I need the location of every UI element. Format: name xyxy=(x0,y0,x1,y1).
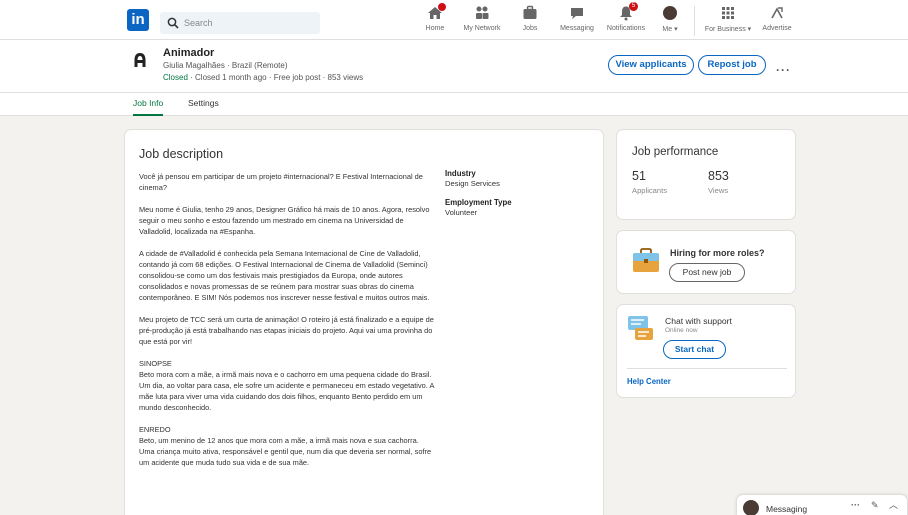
employment-type-label: Employment Type xyxy=(445,198,512,207)
job-description-title: Job description xyxy=(139,147,224,161)
job-meta: Industry Design Services Employment Type… xyxy=(445,169,595,227)
views-label: Views xyxy=(708,186,729,195)
more-options-button[interactable]: ··· xyxy=(776,63,791,77)
briefcase-illustration-icon xyxy=(633,248,659,272)
search-input[interactable] xyxy=(184,12,314,34)
view-applicants-button[interactable]: View applicants xyxy=(608,55,694,75)
repost-job-button[interactable]: Repost job xyxy=(698,55,766,75)
start-chat-button[interactable]: Start chat xyxy=(663,340,726,359)
messaging-more-button[interactable]: ··· xyxy=(851,500,860,510)
nav-messaging[interactable]: Messaging xyxy=(558,5,596,37)
description-paragraph: Meu projeto de TCC será um curta de anim… xyxy=(139,315,434,346)
nav-for-business[interactable]: For Business ▾ xyxy=(702,5,754,37)
views-count: 853 xyxy=(708,169,729,183)
messaging-avatar xyxy=(743,500,759,515)
briefcase-icon xyxy=(522,5,538,21)
job-description-body: Você já pensou em participar de um proje… xyxy=(139,171,435,479)
message-icon xyxy=(569,5,585,21)
support-card: Chat with support Online now Start chat … xyxy=(616,304,796,398)
tab-job-info[interactable]: Job Info xyxy=(133,98,164,116)
description-paragraph: Meu nome é Giulia, tenho 29 anos, Design… xyxy=(139,205,430,236)
job-status-closed: Closed xyxy=(163,73,188,82)
divider xyxy=(627,368,787,369)
job-header: Animador Giulia Magalhães · Brazil (Remo… xyxy=(0,40,908,93)
help-center-link[interactable]: Help Center xyxy=(627,377,671,386)
linkedin-logo[interactable]: in xyxy=(127,9,149,31)
notifications-badge: 5 xyxy=(629,2,638,11)
job-tabs: Job Info Settings xyxy=(0,93,908,116)
network-icon xyxy=(474,5,490,21)
avatar xyxy=(663,6,677,20)
messaging-label: Messaging xyxy=(766,504,808,514)
chat-support-title: Chat with support xyxy=(665,316,732,326)
global-nav: in Home My Network Jobs Messaging xyxy=(0,0,908,40)
collapse-messaging-button[interactable]: ︿ xyxy=(889,498,898,511)
job-performance-title: Job performance xyxy=(632,146,719,158)
messaging-bar[interactable]: Messaging ··· ✎ ︿ xyxy=(736,494,908,515)
chat-support-icon xyxy=(628,316,653,340)
industry-value: Design Services xyxy=(445,179,500,188)
company-logo xyxy=(134,53,146,67)
applicants-count[interactable]: 51 xyxy=(632,169,646,183)
grid-icon xyxy=(720,5,736,21)
job-status-line: Closed · Closed 1 month ago · Free job p… xyxy=(163,73,363,82)
job-subtitle: Giulia Magalhães · Brazil (Remote) xyxy=(163,61,288,70)
tab-settings[interactable]: Settings xyxy=(188,98,219,116)
description-paragraph: ENREDO Beto, um menino de 12 anos que mo… xyxy=(139,425,432,467)
search-icon xyxy=(167,17,179,29)
nav-my-network[interactable]: My Network xyxy=(460,5,504,37)
nav-me[interactable]: Me ▾ xyxy=(658,5,682,37)
nav-advertise[interactable]: Advertise xyxy=(760,5,794,37)
hiring-title: Hiring for more roles? xyxy=(670,248,765,258)
job-description-card: Job description Você já pensou em partic… xyxy=(124,129,604,515)
nav-divider xyxy=(694,6,695,36)
post-new-job-button[interactable]: Post new job xyxy=(669,263,745,282)
advertise-icon xyxy=(769,5,785,21)
home-icon xyxy=(427,3,446,21)
industry-label: Industry xyxy=(445,169,476,178)
employment-type-value: Volunteer xyxy=(445,208,478,217)
job-status-details: · Closed 1 month ago · Free job post · 8… xyxy=(187,73,364,82)
description-paragraph: SINOPSE Beto mora com a mãe, a irmã mais… xyxy=(139,359,434,412)
chat-support-status: Online now xyxy=(665,327,698,334)
job-performance-card: Job performance 51 Applicants 853 Views xyxy=(616,129,796,220)
applicants-label: Applicants xyxy=(632,186,668,195)
job-title: Animador xyxy=(163,47,215,59)
description-paragraph: A cidade de #Valladolid é conhecida pela… xyxy=(139,249,430,302)
home-badge xyxy=(438,3,446,11)
compose-message-button[interactable]: ✎ xyxy=(871,500,879,511)
nav-jobs[interactable]: Jobs xyxy=(518,5,542,37)
nav-home[interactable]: Home xyxy=(420,3,450,37)
search-box[interactable] xyxy=(160,12,320,34)
nav-notifications[interactable]: 5 Notifications xyxy=(604,2,648,37)
bell-icon: 5 xyxy=(618,2,638,21)
description-paragraph: Você já pensou em participar de um proje… xyxy=(139,172,423,192)
hiring-card: Hiring for more roles? Post new job xyxy=(616,230,796,294)
